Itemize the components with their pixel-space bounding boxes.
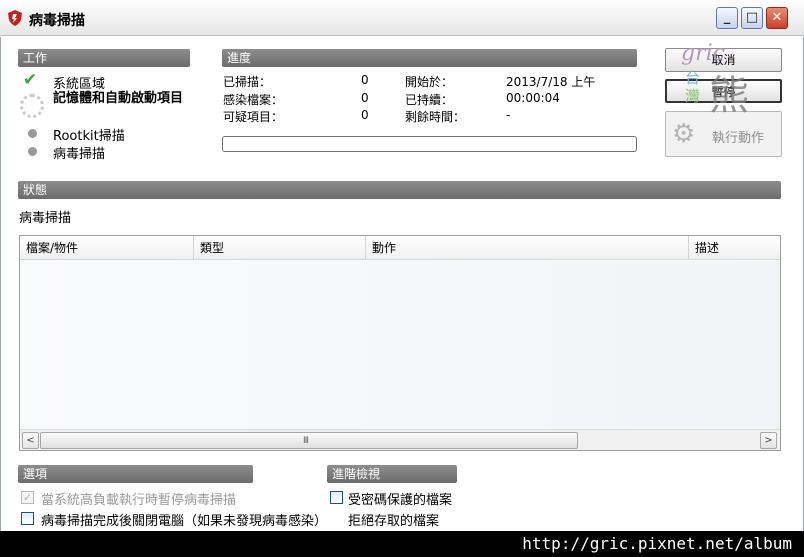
scroll-left-arrow-icon[interactable]: < bbox=[22, 432, 39, 449]
scanned-value: 0 bbox=[361, 73, 369, 87]
grip-icon: III bbox=[303, 436, 309, 446]
task-memory-autostart: 記憶體和自動啟動項目 bbox=[53, 91, 184, 106]
cancel-button[interactable]: 取消 bbox=[665, 48, 782, 72]
options-header: 選項 bbox=[18, 465, 253, 483]
password-protected-files-label: 受密碼保護的檔案 bbox=[348, 493, 453, 508]
status-header: 狀態 bbox=[18, 181, 781, 199]
checkmark-icon: ✔ bbox=[23, 70, 38, 90]
started-at-value: 2013/7/18 上午 bbox=[506, 75, 596, 89]
suspicious-items-value: 0 bbox=[361, 108, 369, 122]
access-denied-files-label: 拒絕存取的檔案 bbox=[348, 514, 440, 529]
task-virus-scan: 病毒掃描 bbox=[53, 147, 106, 162]
scan-progress-bar bbox=[222, 136, 637, 152]
infected-files-label: 感染檔案： bbox=[223, 93, 284, 107]
column-header-description[interactable]: 描述 bbox=[689, 236, 780, 260]
time-remaining-label: 剩餘時間： bbox=[405, 110, 466, 124]
horizontal-scrollbar[interactable]: < III > bbox=[20, 429, 780, 450]
loading-spinner-icon bbox=[20, 94, 44, 118]
close-button[interactable]: ✕ bbox=[766, 7, 788, 29]
task-system-area: 系統區域 bbox=[53, 77, 106, 92]
gear-icon: ⚙ bbox=[672, 119, 696, 149]
column-header-type[interactable]: 類型 bbox=[194, 236, 366, 260]
advanced-view-header: 進階檢視 bbox=[327, 465, 457, 483]
perform-action-button[interactable]: ⚙ 執行動作 bbox=[665, 111, 782, 157]
task-rootkit-scan: Rootkit掃描 bbox=[53, 129, 125, 144]
started-at-label: 開始於： bbox=[405, 75, 454, 89]
results-table: 檔案/物件 類型 動作 描述 < III > bbox=[19, 235, 781, 451]
scan-dialog: 工作 ✔ 系統區域 記憶體和自動啟動項目 Rootkit掃描 病毒掃描 進度 已… bbox=[0, 37, 804, 531]
table-body bbox=[20, 261, 780, 429]
window-title: 病毒掃描 bbox=[29, 13, 85, 29]
work-header: 工作 bbox=[18, 49, 190, 67]
shutdown-after-scan-label: 病毒掃描完成後關閉電腦（如果未發現病毒感染） bbox=[41, 514, 328, 529]
pause-button[interactable]: 暫停 bbox=[665, 79, 782, 103]
password-protected-files-checkbox[interactable] bbox=[330, 491, 343, 504]
column-header-file-object[interactable]: 檔案/物件 bbox=[20, 236, 194, 260]
maximize-button[interactable]: □ bbox=[741, 7, 763, 29]
table-header: 檔案/物件 類型 動作 描述 bbox=[20, 236, 780, 260]
infected-files-value: 0 bbox=[361, 91, 369, 105]
pause-on-high-load-label: 當系統高負載執行時暫停病毒掃描 bbox=[41, 493, 237, 508]
progress-header: 進度 bbox=[222, 49, 637, 67]
footer-banner: http://gric.pixnet.net/album bbox=[0, 531, 804, 557]
time-remaining-value: - bbox=[506, 108, 511, 122]
pending-dot-icon bbox=[28, 129, 37, 138]
pause-on-high-load-checkbox[interactable]: ✓ bbox=[21, 491, 34, 504]
pending-dot-icon bbox=[28, 147, 37, 156]
suspicious-items-label: 可疑項目： bbox=[223, 110, 284, 124]
scanned-label: 已掃描： bbox=[223, 75, 272, 89]
minimize-button[interactable]: _ bbox=[716, 7, 738, 29]
shield-icon bbox=[8, 10, 22, 26]
shutdown-after-scan-checkbox[interactable] bbox=[21, 512, 34, 525]
duration-value: 00:00:04 bbox=[506, 91, 560, 105]
title-bar: 病毒掃描 _ □ ✕ bbox=[0, 0, 804, 36]
footer-url: http://gric.pixnet.net/album bbox=[522, 534, 792, 553]
scrollbar-thumb[interactable]: III bbox=[40, 432, 578, 449]
duration-label: 已持續： bbox=[405, 93, 454, 107]
scroll-right-arrow-icon[interactable]: > bbox=[760, 432, 777, 449]
perform-action-label: 執行動作 bbox=[712, 131, 765, 146]
column-header-action[interactable]: 動作 bbox=[366, 236, 689, 260]
current-scan-status: 病毒掃描 bbox=[19, 211, 72, 226]
